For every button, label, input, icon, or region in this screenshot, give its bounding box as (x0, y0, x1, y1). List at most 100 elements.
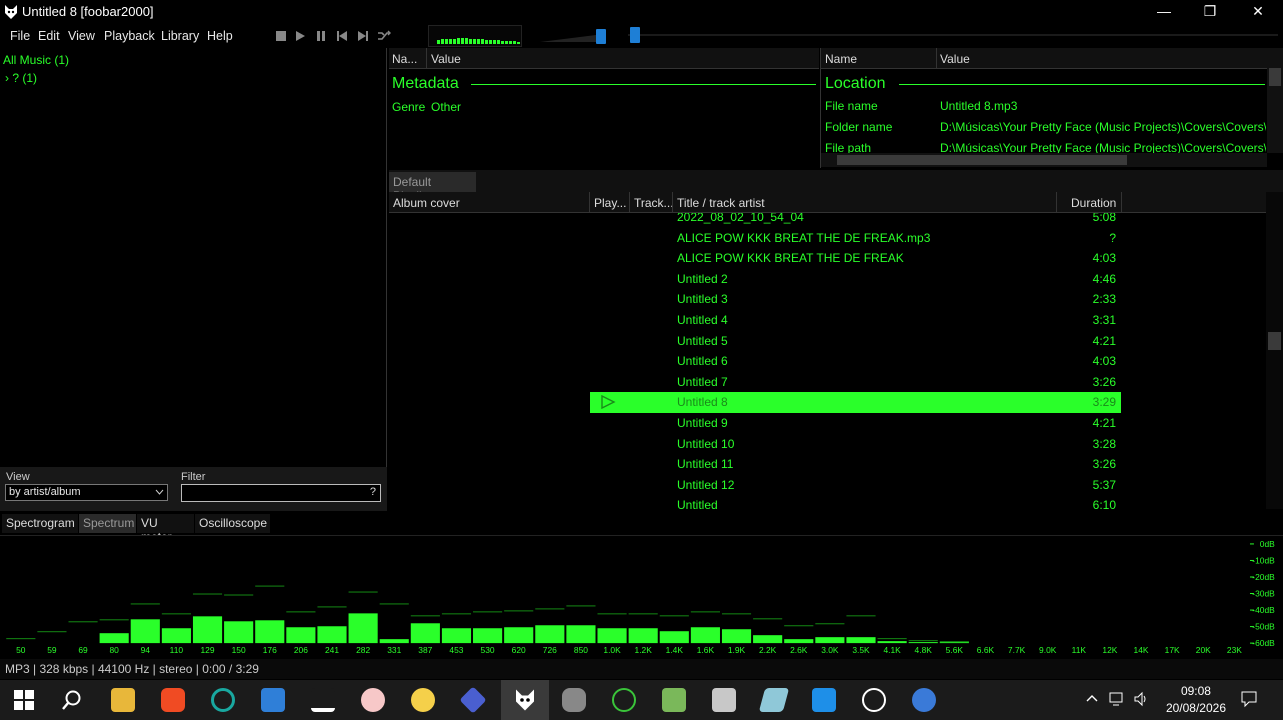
metadata-col-name[interactable]: Na... (392, 52, 417, 66)
playlist-row[interactable]: Untitled 6:10 (590, 495, 1121, 509)
taskbar-clock[interactable]: 09:08 20/08/2026 (1166, 684, 1226, 715)
playlist-vscroll[interactable] (1266, 192, 1283, 509)
track-title: 2022_08_02_10_54_04 (677, 213, 804, 224)
gamepad-app-icon[interactable] (562, 688, 586, 712)
pig-app-icon[interactable] (361, 688, 385, 712)
location-hscroll[interactable] (821, 153, 1267, 167)
volume-icon[interactable] (1133, 691, 1149, 707)
spectrum-bar (939, 642, 969, 644)
menu-view[interactable]: View (68, 29, 95, 43)
playlist-row[interactable]: Untitled 4 3:31 (590, 310, 1121, 331)
mini-vis-bar (457, 38, 460, 44)
chevron-up-icon[interactable] (1086, 694, 1098, 702)
scroll-thumb[interactable] (1268, 332, 1281, 350)
previous-icon[interactable] (334, 29, 350, 43)
foobar-taskbar-icon[interactable] (513, 688, 537, 712)
document-app-icon[interactable] (712, 688, 736, 712)
microsoft-store-icon[interactable] (261, 688, 285, 712)
location-vscroll[interactable] (1267, 68, 1283, 153)
menu-file[interactable]: File (10, 29, 30, 43)
playlist-row[interactable]: Untitled 10 3:28 (590, 434, 1121, 455)
track-title: Untitled 4 (677, 313, 728, 327)
location-col-value[interactable]: Value (940, 52, 970, 66)
tab-default-playlist[interactable]: Default Playlist (389, 172, 476, 203)
opera-gx-icon[interactable] (211, 688, 235, 712)
minimize-button[interactable]: — (1141, 0, 1187, 24)
playlist-row[interactable]: Untitled 3 2:33 (590, 289, 1121, 310)
track-duration: 6:10 (1092, 498, 1116, 509)
tab-spectrogram[interactable]: Spectrogram (2, 514, 78, 533)
mini-vis-bar (485, 39, 488, 44)
volume-thumb[interactable] (596, 29, 606, 44)
playlist-row[interactable]: Untitled 11 3:26 (590, 454, 1121, 475)
spectrum-bar (846, 637, 876, 644)
mini-vis-bar (493, 40, 496, 44)
filter-help-button[interactable]: ? (370, 486, 376, 498)
play-icon[interactable] (292, 29, 308, 43)
playlist-row[interactable]: Untitled 9 4:21 (590, 413, 1121, 434)
brave-browser-icon[interactable] (161, 688, 185, 712)
maximize-button[interactable]: ❐ (1187, 0, 1233, 24)
playlist-row[interactable]: Untitled 2 4:46 (590, 269, 1121, 290)
library-child-item[interactable]: › ? (1) (5, 71, 37, 85)
notification-icon[interactable] (1240, 690, 1258, 708)
location-pane: Name Value Location File name Untitled 8… (820, 48, 1283, 168)
xbox-app-icon[interactable] (612, 688, 636, 712)
freq-tick-label: 3.5K (852, 645, 870, 655)
playlist-row-playing[interactable]: Untitled 8 3:29 (590, 392, 1121, 414)
col-playing[interactable]: Play... (594, 196, 626, 210)
window-title: Untitled 8 [foobar2000] (22, 4, 154, 19)
seek-thumb[interactable] (630, 27, 640, 43)
playlist-row[interactable]: ALICE POW KKK BREAT THE DE FREAK.mp3? (590, 228, 1121, 249)
track-title: Untitled 9 (677, 416, 728, 430)
playlist-row[interactable]: 2022_08_02_10_54_04 5:08 (590, 213, 1121, 228)
view-dropdown[interactable]: by artist/album (5, 484, 168, 501)
playlist-row[interactable]: ALICE POW KKK BREAT THE DE FREAK 4:03 (590, 248, 1121, 269)
col-title[interactable]: Title / track artist (677, 196, 765, 210)
menu-edit[interactable]: Edit (38, 29, 60, 43)
audio-app-icon[interactable] (311, 688, 335, 712)
close-button[interactable]: ✕ (1235, 0, 1281, 24)
recycle-app-icon[interactable] (662, 688, 686, 712)
menu-library[interactable]: Library (161, 29, 199, 43)
playlist-row[interactable]: Untitled 12 5:37 (590, 475, 1121, 496)
filter-input[interactable]: ? (181, 484, 381, 502)
playlist-row[interactable]: Untitled 5 4:21 (590, 331, 1121, 352)
scroll-thumb[interactable] (837, 155, 1127, 165)
location-col-name[interactable]: Name (825, 52, 857, 66)
track-duration: 4:21 (1092, 416, 1116, 430)
file-explorer-icon[interactable] (111, 688, 135, 712)
scroll-thumb[interactable] (1269, 68, 1281, 86)
bee-app-icon[interactable] (411, 688, 435, 712)
playlist-row[interactable]: Untitled 6 4:03 (590, 351, 1121, 372)
track-title: Untitled 3 (677, 292, 728, 307)
next-icon[interactable] (355, 29, 371, 43)
app-store-icon[interactable] (812, 688, 836, 712)
playlist-row[interactable]: Untitled 7 3:26 (590, 372, 1121, 393)
stop-icon[interactable] (273, 29, 289, 43)
tab-vu-meter[interactable]: VU meter (137, 514, 194, 544)
qbittorrent-icon[interactable] (912, 688, 936, 712)
seek-bar[interactable] (628, 34, 1278, 36)
tab-oscilloscope[interactable]: Oscilloscope (195, 514, 270, 533)
tab-spectrum[interactable]: Spectrum (79, 514, 136, 533)
search-icon[interactable] (61, 689, 83, 711)
network-icon[interactable] (1109, 692, 1125, 706)
col-track[interactable]: Track... (634, 196, 674, 210)
random-icon[interactable] (376, 29, 392, 43)
library-root-item[interactable]: All Music (1) (3, 53, 69, 67)
menu-help[interactable]: Help (207, 29, 233, 43)
obs-studio-icon[interactable] (862, 688, 886, 712)
metadata-col-value[interactable]: Value (431, 52, 461, 66)
pause-icon[interactable] (313, 29, 329, 43)
windows-start-icon[interactable] (14, 690, 34, 710)
spectrum-peak (473, 611, 503, 613)
track-duration: 3:28 (1092, 436, 1116, 451)
volume-slider[interactable] (540, 28, 612, 44)
spectrum-bar (255, 620, 285, 644)
menu-playback[interactable]: Playback (104, 29, 155, 43)
col-album-cover[interactable]: Album cover (393, 196, 460, 210)
mini-vis-bar (445, 39, 448, 44)
col-duration[interactable]: Duration (1071, 196, 1116, 210)
location-path-value: D:\Músicas\Your Pretty Face (Music Proje… (940, 141, 1266, 153)
